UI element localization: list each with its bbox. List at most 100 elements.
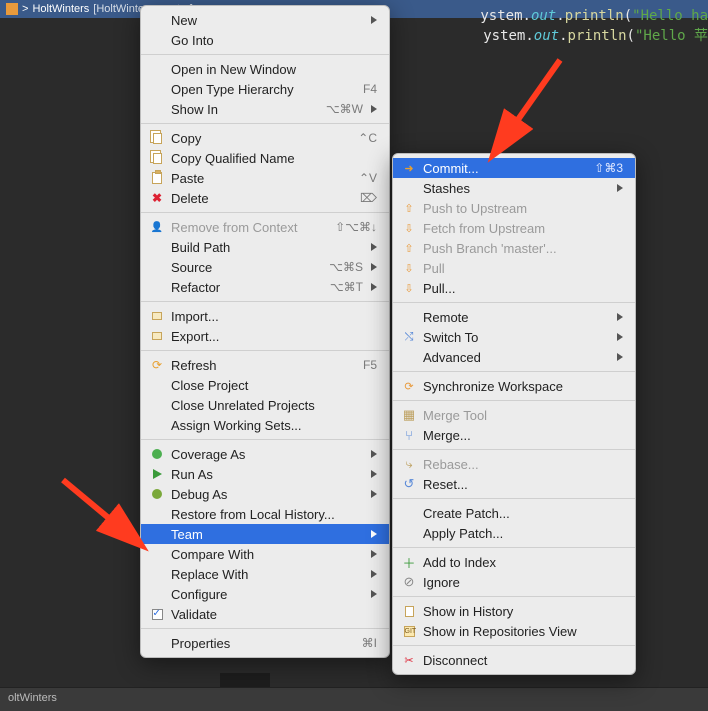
- menu-merge-tool: ▦Merge Tool: [393, 405, 635, 425]
- git-repo-icon: GIT: [404, 626, 415, 637]
- menu-show-history[interactable]: Show in History: [393, 601, 635, 621]
- menu-switch-to[interactable]: ⤭Switch To: [393, 327, 635, 347]
- menu-reset[interactable]: ↺Reset...: [393, 474, 635, 494]
- menu-separator: [393, 498, 635, 499]
- menu-create-patch[interactable]: Create Patch...: [393, 503, 635, 523]
- menu-remove-context: 👤Remove from Context⇧⌥⌘↓: [141, 217, 389, 237]
- export-icon: [152, 332, 162, 340]
- menu-remote[interactable]: Remote: [393, 307, 635, 327]
- menu-close-unrelated[interactable]: Close Unrelated Projects: [141, 395, 389, 415]
- menu-fetch-upstream: ⇩Fetch from Upstream: [393, 218, 635, 238]
- editor-tab-shadow: [220, 673, 270, 687]
- menu-copy[interactable]: Copy⌃C: [141, 128, 389, 148]
- menu-separator: [393, 302, 635, 303]
- menu-import[interactable]: Import...: [141, 306, 389, 326]
- menu-pull-dialog[interactable]: ⇩Pull...: [393, 278, 635, 298]
- menu-validate[interactable]: Validate: [141, 604, 389, 624]
- menu-separator: [141, 350, 389, 351]
- menu-close-project[interactable]: Close Project: [141, 375, 389, 395]
- menu-compare-with[interactable]: Compare With: [141, 544, 389, 564]
- menu-apply-patch[interactable]: Apply Patch...: [393, 523, 635, 543]
- chevron-right-icon: [371, 530, 377, 538]
- menu-export[interactable]: Export...: [141, 326, 389, 346]
- menu-go-into[interactable]: Go Into: [141, 30, 389, 50]
- menu-properties[interactable]: Properties⌘I: [141, 633, 389, 653]
- menu-configure[interactable]: Configure: [141, 584, 389, 604]
- menu-coverage-as[interactable]: Coverage As: [141, 444, 389, 464]
- chevron-right-icon: [371, 550, 377, 558]
- menu-source[interactable]: Source⌥⌘S: [141, 257, 389, 277]
- menu-ignore[interactable]: ⊘Ignore: [393, 572, 635, 592]
- disconnect-icon: ✂: [404, 654, 413, 667]
- push-icon: ⇧: [404, 202, 413, 215]
- commit-icon: ➜: [404, 162, 413, 175]
- chevron-right-icon: [371, 105, 377, 113]
- chevron-right-icon: [617, 353, 623, 361]
- delete-icon: ✖: [152, 191, 162, 205]
- chevron-right-icon: [371, 590, 377, 598]
- statusbar: oltWinters: [0, 687, 708, 711]
- copy-icon: [153, 153, 162, 164]
- menu-run-as[interactable]: Run As: [141, 464, 389, 484]
- menu-add-index[interactable]: ＋Add to Index: [393, 552, 635, 572]
- breadcrumb-project: HoltWinters: [32, 3, 89, 15]
- editor-code: ystem.out.println("Hello ha ystem.out.pr…: [368, 0, 708, 60]
- chevron-right-icon: [371, 16, 377, 24]
- history-icon: [405, 606, 414, 617]
- chevron-right-icon: [371, 243, 377, 251]
- menu-separator: [393, 596, 635, 597]
- pull-icon: ⇩: [404, 262, 413, 275]
- chevron-right-icon: [371, 470, 377, 478]
- menu-separator: [141, 212, 389, 213]
- chevron-right-icon: [371, 450, 377, 458]
- statusbar-text: oltWinters: [8, 692, 57, 704]
- chevron-right-icon: [371, 570, 377, 578]
- sync-icon: ⟳: [404, 380, 413, 393]
- menu-stashes[interactable]: Stashes: [393, 178, 635, 198]
- menu-rebase: ⤷Rebase...: [393, 454, 635, 474]
- run-icon: [153, 469, 162, 479]
- menu-separator: [141, 439, 389, 440]
- menu-team[interactable]: Team: [141, 524, 389, 544]
- team-submenu: ➜Commit...⇧⌘3 Stashes ⇧Push to Upstream …: [392, 153, 636, 675]
- push-branch-icon: ⇧: [404, 242, 413, 255]
- menu-refactor[interactable]: Refactor⌥⌘T: [141, 277, 389, 297]
- menu-sync-workspace[interactable]: ⟳Synchronize Workspace: [393, 376, 635, 396]
- menu-replace-with[interactable]: Replace With: [141, 564, 389, 584]
- menu-disconnect[interactable]: ✂Disconnect: [393, 650, 635, 670]
- bug-icon: [152, 489, 162, 499]
- menu-commit[interactable]: ➜Commit...⇧⌘3: [393, 158, 635, 178]
- pull-icon: ⇩: [404, 282, 413, 295]
- switch-icon: ⤭: [405, 331, 414, 344]
- menu-separator: [393, 400, 635, 401]
- menu-restore-history[interactable]: Restore from Local History...: [141, 504, 389, 524]
- breadcrumb-sep: >: [22, 3, 28, 15]
- menu-build-path[interactable]: Build Path: [141, 237, 389, 257]
- paste-icon: [152, 172, 162, 184]
- menu-copy-qualified[interactable]: Copy Qualified Name: [141, 148, 389, 168]
- rebase-icon: ⤷: [405, 456, 412, 472]
- chevron-right-icon: [371, 283, 377, 291]
- ignore-icon: ⊘: [404, 574, 415, 590]
- menu-open-new-window[interactable]: Open in New Window: [141, 59, 389, 79]
- menu-debug-as[interactable]: Debug As: [141, 484, 389, 504]
- menu-delete[interactable]: ✖Delete⌦: [141, 188, 389, 208]
- menu-show-repos[interactable]: GITShow in Repositories View: [393, 621, 635, 641]
- menu-paste[interactable]: Paste⌃V: [141, 168, 389, 188]
- menu-merge[interactable]: ⑂Merge...: [393, 425, 635, 445]
- menu-refresh[interactable]: ⟳RefreshF5: [141, 355, 389, 375]
- menu-show-in[interactable]: Show In⌥⌘W: [141, 99, 389, 119]
- menu-separator: [141, 628, 389, 629]
- checkbox-icon: [152, 609, 163, 620]
- refresh-icon: ⟳: [152, 358, 162, 372]
- menu-advanced[interactable]: Advanced: [393, 347, 635, 367]
- reset-icon: ↺: [404, 476, 415, 492]
- merge-icon: ⑂: [405, 428, 413, 443]
- fetch-icon: ⇩: [404, 222, 413, 235]
- menu-open-type-hierarchy[interactable]: Open Type HierarchyF4: [141, 79, 389, 99]
- menu-new[interactable]: New: [141, 10, 389, 30]
- menu-assign-working-sets[interactable]: Assign Working Sets...: [141, 415, 389, 435]
- chevron-right-icon: [617, 313, 623, 321]
- chevron-right-icon: [617, 333, 623, 341]
- menu-separator: [393, 449, 635, 450]
